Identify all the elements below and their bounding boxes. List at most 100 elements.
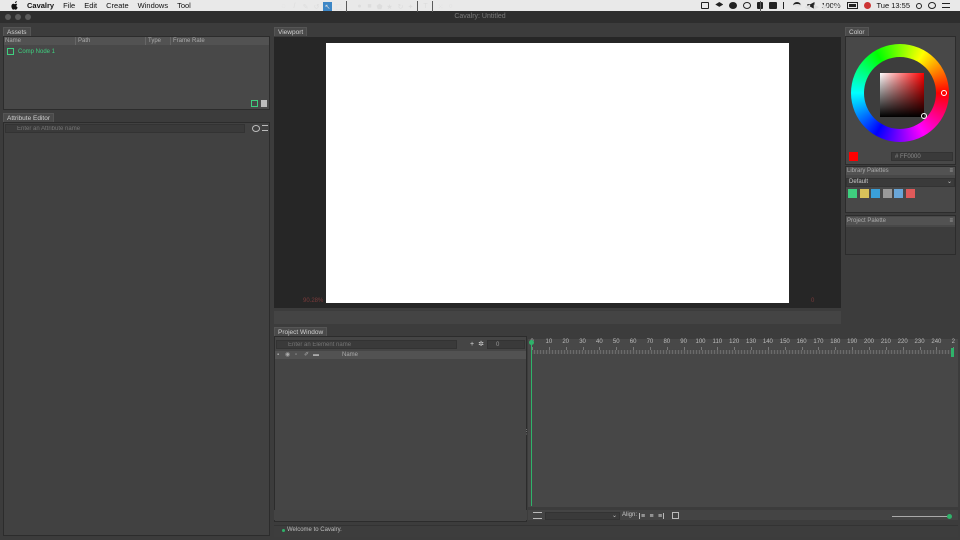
column-path[interactable]: Path: [75, 37, 90, 45]
lock-column-icon[interactable]: ▪: [277, 351, 279, 359]
transform-tool-icon[interactable]: ⬚: [334, 2, 343, 11]
flag-icon[interactable]: [863, 2, 871, 9]
go-to-start-icon[interactable]: ⏮: [794, 2, 803, 11]
arc-tool-icon[interactable]: ↻: [396, 2, 405, 11]
align-left-icon[interactable]: ≡: [639, 513, 646, 520]
tab-project-window[interactable]: Project Window: [274, 327, 328, 336]
menu-file[interactable]: File: [63, 1, 75, 10]
pin-column-icon[interactable]: ✐: [304, 351, 309, 359]
column-name[interactable]: Name: [342, 351, 358, 359]
playhead[interactable]: [531, 340, 532, 506]
pen-tool-icon[interactable]: /: [290, 2, 299, 11]
rectangle-tool-icon[interactable]: ■: [365, 2, 374, 11]
clock[interactable]: Tue 13:55: [877, 1, 911, 10]
menu-tool[interactable]: Tool: [177, 1, 191, 10]
menu-icon[interactable]: [262, 125, 268, 131]
frame-field[interactable]: 0: [487, 340, 525, 349]
apple-icon[interactable]: [10, 1, 20, 10]
star-tool-icon[interactable]: ★: [385, 2, 394, 11]
spotlight-search-icon[interactable]: [916, 2, 922, 9]
go-to-end-icon[interactable]: ⏭: [831, 2, 840, 11]
attribute-search-input[interactable]: [5, 124, 245, 133]
select-tool-icon[interactable]: ↖: [323, 2, 332, 11]
playhead-handle[interactable]: [529, 340, 534, 345]
notification-center-icon[interactable]: [942, 3, 950, 8]
trash-icon[interactable]: [261, 100, 267, 107]
solo-column-icon[interactable]: ▫: [295, 351, 297, 359]
frame-range-bar[interactable]: [531, 350, 952, 354]
composition-canvas[interactable]: [326, 43, 789, 303]
close-window-button[interactable]: [5, 14, 11, 20]
menu-edit[interactable]: Edit: [84, 1, 97, 10]
cloud-icon[interactable]: [729, 2, 738, 9]
align-right-icon[interactable]: ≡: [657, 513, 664, 520]
timeline-tick-label: 70: [646, 339, 654, 345]
siri-icon[interactable]: [928, 2, 936, 9]
palette-swatch[interactable]: [871, 189, 880, 198]
ellipse-tool-icon[interactable]: ●: [355, 2, 364, 11]
column-type[interactable]: Type: [145, 37, 161, 45]
sparkle-tool-icon[interactable]: ✦: [406, 2, 415, 11]
column-name[interactable]: Name: [5, 37, 21, 45]
timeline[interactable]: [528, 339, 958, 507]
status-bar: [274, 525, 958, 537]
battery-icon[interactable]: [846, 2, 858, 9]
hue-handle[interactable]: [941, 90, 947, 96]
app-menu[interactable]: Cavalry: [27, 1, 54, 10]
fit-view-icon[interactable]: [672, 512, 679, 519]
menu-create[interactable]: Create: [106, 1, 129, 10]
tab-attribute-editor[interactable]: Attribute Editor: [3, 113, 54, 122]
tab-assets[interactable]: Assets: [3, 27, 31, 36]
graph-editor-icon[interactable]: [533, 512, 542, 519]
timeline-ruler[interactable]: [528, 339, 958, 349]
circle-guide-icon[interactable]: ○: [446, 2, 455, 11]
element-search-input[interactable]: [276, 340, 457, 349]
screen-record-icon[interactable]: [701, 2, 710, 9]
bluetooth-icon[interactable]: [783, 2, 787, 9]
menu-icon[interactable]: ≡: [949, 217, 953, 225]
palette-swatch[interactable]: [859, 189, 869, 198]
polygon-tool-icon[interactable]: ⬟: [375, 2, 384, 11]
project-palette-area[interactable]: [846, 227, 955, 254]
gear-icon[interactable]: ✲: [477, 340, 485, 348]
step-forward-icon[interactable]: ▶: [821, 2, 830, 11]
display-icon[interactable]: [769, 2, 778, 9]
globe-icon[interactable]: [743, 2, 752, 9]
align-center-icon[interactable]: ≡: [648, 513, 655, 520]
visibility-column-icon[interactable]: ◉: [285, 351, 290, 359]
end-frame-marker[interactable]: [951, 348, 954, 357]
tab-color[interactable]: Color: [845, 27, 869, 36]
palette-swatch[interactable]: [848, 189, 857, 198]
saturation-value-square[interactable]: [880, 73, 924, 117]
panel-splitter-handle[interactable]: ⋮: [523, 428, 530, 436]
search-options-icon[interactable]: [252, 125, 260, 132]
lasso-tool-icon[interactable]: ◌: [279, 2, 288, 11]
text-tool-icon[interactable]: T: [421, 2, 430, 11]
current-color-swatch[interactable]: [849, 152, 858, 161]
add-icon[interactable]: +: [468, 340, 476, 348]
timeline-zoom-handle[interactable]: [947, 514, 952, 519]
rotate-tool-icon[interactable]: ↺: [312, 2, 321, 11]
dropbox-icon[interactable]: [715, 2, 724, 7]
step-back-icon[interactable]: ◀: [803, 2, 812, 11]
palette-swatch[interactable]: [905, 189, 915, 198]
grid-tool-icon[interactable]: ⁙: [436, 2, 445, 11]
play-icon[interactable]: ▶: [812, 2, 821, 11]
menu-icon[interactable]: ≡: [949, 167, 953, 175]
menu-windows[interactable]: Windows: [138, 1, 168, 10]
zoom-window-button[interactable]: [25, 14, 31, 20]
camera-column-icon[interactable]: ▬: [313, 351, 319, 359]
hex-input[interactable]: # FF0000: [891, 152, 953, 161]
saturation-handle[interactable]: [921, 113, 927, 119]
timeline-zoom-slider[interactable]: [892, 516, 950, 517]
edit-points-tool-icon[interactable]: ✎: [301, 2, 310, 11]
timeline-dropdown[interactable]: ⌄: [545, 512, 620, 520]
minimize-window-button[interactable]: [15, 14, 21, 20]
new-composition-icon[interactable]: [251, 100, 258, 107]
palette-swatch[interactable]: [882, 189, 892, 198]
palette-swatch[interactable]: [894, 189, 903, 198]
palette-dropdown[interactable]: Default ⌄: [846, 178, 955, 187]
tab-viewport[interactable]: Viewport: [274, 27, 308, 36]
asset-row[interactable]: Comp Node 1: [7, 47, 55, 56]
column-frame-rate[interactable]: Frame Rate: [170, 37, 205, 45]
